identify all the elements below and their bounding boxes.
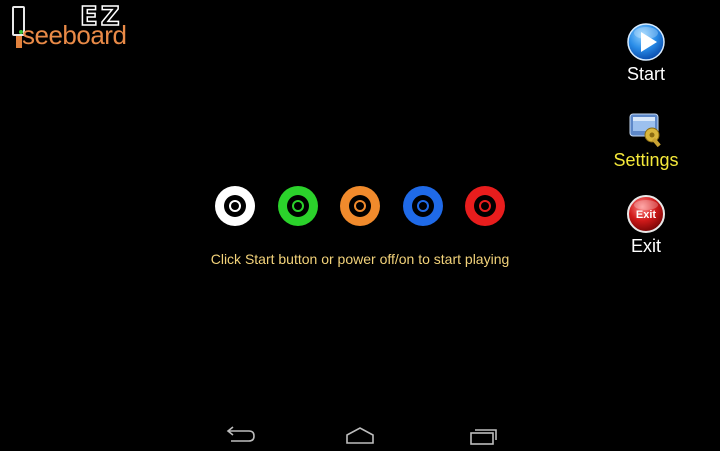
recents-button[interactable] — [463, 424, 503, 446]
settings-label: Settings — [613, 150, 679, 170]
system-nav-bar — [0, 418, 720, 451]
back-icon — [226, 426, 255, 442]
red-jack-icon — [465, 186, 505, 226]
exit-label: Exit — [630, 236, 661, 256]
recents-icon — [470, 429, 497, 445]
exit-icon: Exit — [627, 195, 665, 233]
exit-button[interactable]: Exit Exit — [606, 194, 686, 257]
back-button[interactable] — [219, 424, 259, 446]
home-icon — [346, 427, 374, 444]
orange-jack-icon — [340, 186, 380, 226]
app-screen: EZ seeboard Start Settings Exit Exit Cli… — [0, 0, 720, 451]
settings-button[interactable]: Settings — [606, 108, 686, 171]
app-logo: EZ seeboard — [10, 1, 150, 50]
start-button[interactable]: Start — [606, 22, 686, 85]
white-jack-icon — [215, 186, 255, 226]
green-jack-icon — [278, 186, 318, 226]
blue-jack-icon — [403, 186, 443, 226]
logo-title-bottom: seeboard — [22, 20, 127, 50]
settings-icon — [629, 113, 661, 148]
start-hint-text: Click Start button or power off/on to st… — [210, 251, 510, 267]
start-label: Start — [626, 64, 665, 84]
play-icon — [627, 23, 665, 61]
exit-icon-text: Exit — [636, 209, 657, 221]
jack-row — [214, 186, 514, 228]
home-button[interactable] — [340, 424, 380, 446]
